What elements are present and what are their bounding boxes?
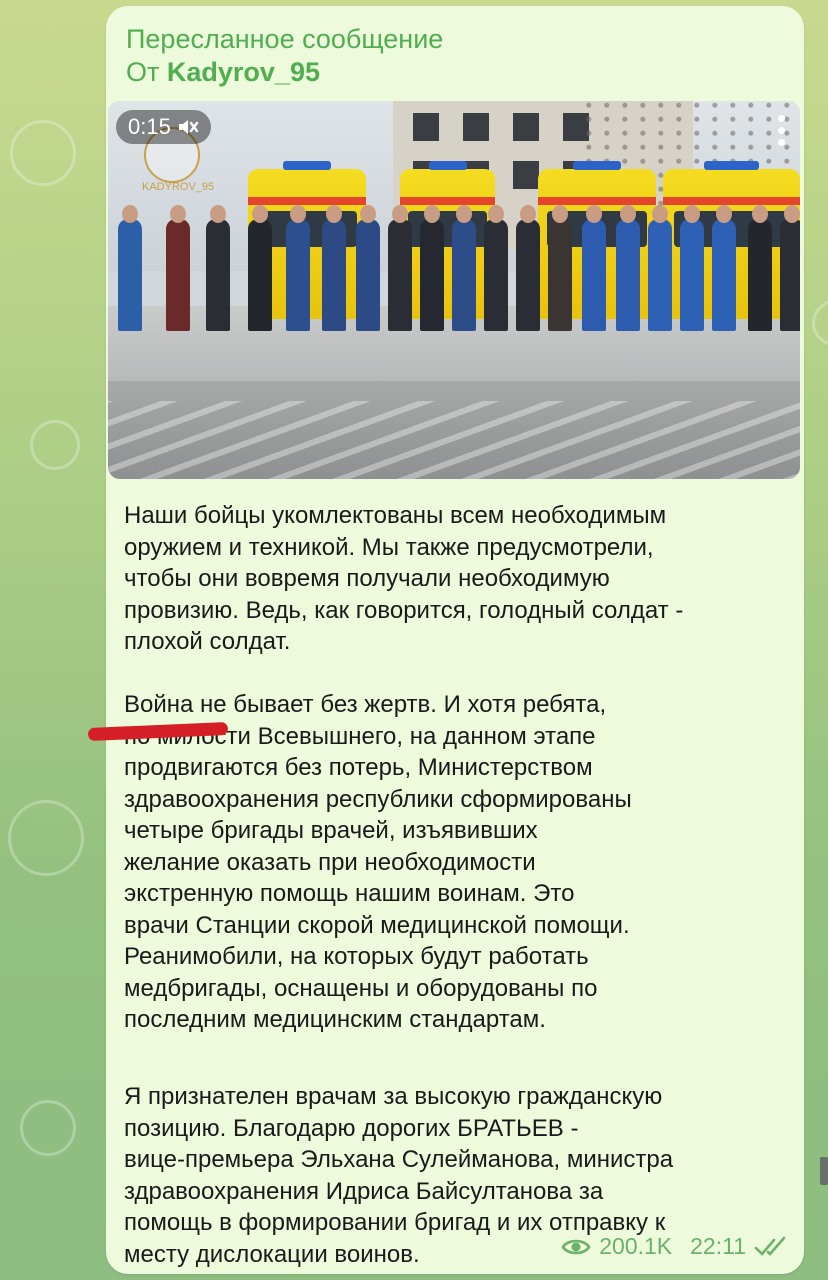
- person: [680, 205, 704, 331]
- video-building-window: [463, 113, 489, 141]
- person: [616, 205, 640, 331]
- person: [356, 205, 380, 331]
- person: [322, 205, 346, 331]
- text-line: позицию. Благодарю дорогих БРАТЬЕВ -: [124, 1114, 579, 1142]
- person: [388, 205, 412, 331]
- forwarded-from[interactable]: От Kadyrov_95: [126, 57, 320, 88]
- person: [166, 205, 190, 331]
- person: [712, 205, 736, 331]
- channel-watermark-text: KADYROV_95: [142, 181, 215, 193]
- text-line: медбригады, оснащены и оборудованы по: [124, 974, 598, 1002]
- text-line: вице-премьера Эльхана Сулейманова, минис…: [124, 1146, 674, 1173]
- text-line: Наши бойцы укомлектованы всем необходимы…: [124, 502, 667, 529]
- views-eye-icon: [561, 1239, 591, 1254]
- text-line: оружием и техникой. Мы также предусмотре…: [124, 533, 654, 561]
- person: [118, 205, 142, 331]
- person: [286, 205, 310, 331]
- person: [648, 205, 672, 331]
- text-line: экстренную помощь нашим воинам. Это: [124, 880, 575, 907]
- forwarded-message-bubble[interactable]: Пересланное сообщение От Kadyrov_95 KADY…: [106, 6, 804, 1274]
- background-doodle: [812, 300, 828, 346]
- message-paragraph-2: Война не бывает без жертв. И хотя ребята…: [124, 689, 784, 1036]
- double-check-icon: [754, 1236, 786, 1256]
- forwarded-from-prefix: От: [126, 57, 160, 87]
- video-preview[interactable]: KADYROV_95 0:15: [108, 101, 800, 479]
- person: [582, 205, 606, 331]
- person: [248, 205, 272, 331]
- person: [548, 205, 572, 331]
- forwarded-label: Пересланное сообщение: [126, 24, 444, 54]
- text-line: здравоохранения Идриса Байсултанова за: [124, 1177, 604, 1205]
- ambulance: [400, 161, 495, 319]
- text-line: чтобы они вовремя получали необходимую: [124, 565, 610, 592]
- person: [516, 205, 540, 331]
- forwarded-from-channel[interactable]: Kadyrov_95: [167, 57, 320, 87]
- message-meta: 200.1K 22:11: [561, 1233, 790, 1260]
- text-line: Я признателен врачам за высокую гражданс…: [124, 1083, 663, 1110]
- background-doodle: [20, 1100, 76, 1156]
- text-line: здравоохранения республики сформированы: [124, 785, 632, 813]
- text-line: четыре бригады врачей, изъявивших: [124, 817, 538, 844]
- text-line: врачи Станции скорой медицинской помощи.: [124, 911, 630, 939]
- video-building-window: [513, 113, 539, 141]
- video-building-window: [413, 113, 439, 141]
- views-count: 200.1K: [599, 1233, 673, 1259]
- more-options-icon[interactable]: [778, 115, 786, 151]
- text-line: Война не бывает без жертв. И хотя ребята…: [124, 691, 607, 718]
- video-timer[interactable]: 0:15: [116, 110, 211, 144]
- text-line: плохой солдат.: [124, 628, 291, 655]
- background-doodle: [8, 800, 84, 876]
- person: [780, 205, 800, 331]
- message-paragraph-1: Наши бойцы укомлектованы всем необходимы…: [124, 500, 784, 658]
- video-snow: [108, 401, 800, 479]
- mute-icon[interactable]: [177, 117, 199, 137]
- person: [206, 205, 230, 331]
- person: [452, 205, 476, 331]
- text-line: продвигаются без потерь, Министерством: [124, 754, 593, 781]
- background-doodle: [10, 120, 76, 186]
- text-line: провизию. Ведь, как говорится, голодный …: [124, 596, 684, 624]
- video-building-window: [513, 161, 539, 189]
- text-line: Реанимобили, на которых будут работать: [124, 943, 589, 970]
- scrollbar-handle[interactable]: [820, 1157, 828, 1185]
- text-line: желание оказать при необходимости: [124, 848, 536, 876]
- text-line: последним медицинским стандартам.: [124, 1006, 546, 1033]
- person: [484, 205, 508, 331]
- video-duration: 0:15: [128, 114, 171, 139]
- message-time: 22:11: [690, 1233, 746, 1259]
- person: [748, 205, 772, 331]
- person: [420, 205, 444, 331]
- background-doodle: [30, 420, 80, 470]
